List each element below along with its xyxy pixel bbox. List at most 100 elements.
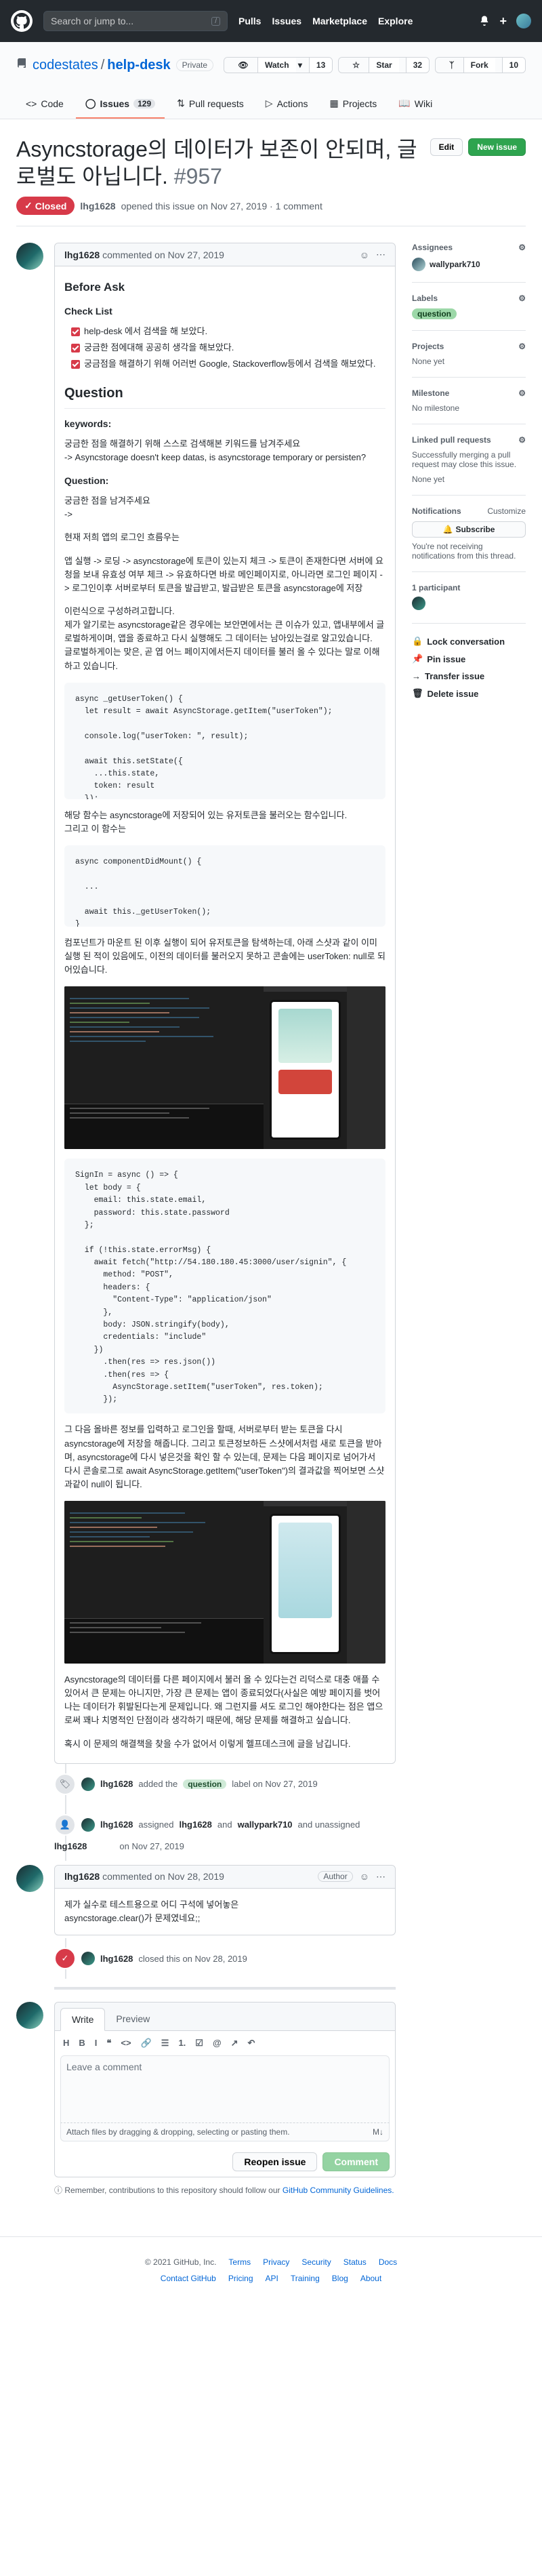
watch-count[interactable]: 13 — [308, 58, 333, 73]
code-icon[interactable]: <> — [121, 2038, 131, 2049]
quote-icon[interactable]: ❝ — [106, 2038, 111, 2049]
comment-textarea[interactable]: Leave a comment — [60, 2055, 390, 2124]
footer-link-blog[interactable]: Blog — [332, 2274, 348, 2283]
kebab-menu-icon[interactable]: ⋯ — [376, 1871, 385, 1883]
star-button[interactable]: ☆ Star 32 — [338, 57, 430, 73]
event-avatar[interactable] — [81, 1817, 95, 1832]
link-icon[interactable]: 🔗 — [141, 2038, 152, 2049]
nav-explore[interactable]: Explore — [378, 16, 413, 26]
participant-avatar[interactable] — [412, 597, 425, 610]
italic-icon[interactable]: I — [95, 2038, 98, 2049]
footer-link-api[interactable]: API — [266, 2274, 278, 2283]
footer-link-security[interactable]: Security — [301, 2257, 331, 2267]
comment-button[interactable]: Comment — [322, 2152, 390, 2172]
nav-pulls[interactable]: Pulls — [238, 16, 261, 26]
assignee-link[interactable]: wallypark710 — [238, 1819, 293, 1830]
question-label-badge[interactable]: question — [183, 1779, 227, 1789]
search-input[interactable]: Search or jump to... / — [43, 11, 228, 31]
unordered-list-icon[interactable]: ☰ — [161, 2038, 169, 2049]
gear-icon[interactable]: ⚙ — [518, 435, 526, 445]
footer-link-docs[interactable]: Docs — [379, 2257, 397, 2267]
checklist-item[interactable]: help-desk 에서 검색을 해 보았다. — [71, 325, 385, 338]
plus-dropdown-icon[interactable]: + — [499, 14, 507, 28]
customize-link[interactable]: Customize — [487, 506, 526, 516]
comment-author[interactable]: lhg1628 — [64, 249, 100, 260]
reply-icon[interactable]: ↶ — [248, 2038, 255, 2049]
current-user-avatar[interactable] — [16, 2002, 43, 2030]
pin-issue-link[interactable]: 📌 Pin issue — [412, 653, 526, 664]
edit-title-button[interactable]: Edit — [430, 138, 463, 156]
footer-link-training[interactable]: Training — [291, 2274, 320, 2283]
footer-link-about[interactable]: About — [360, 2274, 381, 2283]
repo-breadcrumb: codestates / help-desk Private — [16, 58, 214, 73]
repo-owner-link[interactable]: codestates — [33, 58, 98, 73]
gear-icon[interactable]: ⚙ — [518, 342, 526, 351]
issue-author-link[interactable]: lhg1628 — [80, 201, 115, 212]
nav-issues[interactable]: Issues — [272, 16, 301, 26]
mention-icon[interactable]: @ — [213, 2038, 222, 2049]
tab-pull-requests[interactable]: ⇅ Pull requests — [167, 91, 253, 119]
tab-actions[interactable]: ▷ Actions — [256, 91, 318, 119]
transfer-issue-link[interactable]: → Transfer issue — [412, 671, 526, 681]
question-label-badge[interactable]: question — [412, 308, 457, 319]
attach-files-bar[interactable]: Attach files by dragging & dropping, sel… — [60, 2123, 390, 2142]
checklist-item[interactable]: 궁금점을 해결하기 위해 어러번 Google, Stackoverflow등에… — [71, 357, 385, 371]
copyright: © 2021 GitHub, Inc. — [144, 2257, 217, 2268]
bold-icon[interactable]: B — [79, 2038, 85, 2049]
heading-icon[interactable]: H — [63, 2038, 69, 2049]
new-issue-button[interactable]: New issue — [468, 138, 526, 156]
checklist-item[interactable]: 궁금한 점에대해 공공히 생각을 해보았다. — [71, 341, 385, 355]
task-list-icon[interactable]: ☑ — [195, 2038, 203, 2049]
comment-date[interactable]: commented on Nov 28, 2019 — [102, 1871, 224, 1882]
assignee-link[interactable]: lhg1628 — [179, 1819, 211, 1830]
reopen-issue-button[interactable]: Reopen issue — [232, 2152, 318, 2172]
tab-projects[interactable]: ▦ Projects — [320, 91, 387, 119]
footer-link-pricing[interactable]: Pricing — [228, 2274, 253, 2283]
markdown-icon: M↓ — [373, 2127, 383, 2137]
tab-issues[interactable]: ◯ Issues 129 — [75, 91, 165, 119]
bell-icon[interactable] — [479, 15, 490, 28]
watch-button[interactable]: 👁 Watch ▾ 13 — [224, 57, 333, 73]
gear-icon[interactable]: ⚙ — [518, 243, 526, 252]
smiley-reaction-icon[interactable]: ☺ — [360, 1871, 369, 1882]
star-count[interactable]: 32 — [405, 58, 430, 73]
smiley-reaction-icon[interactable]: ☺ — [360, 249, 369, 260]
event-actor[interactable]: lhg1628 — [100, 1779, 133, 1789]
footer-link-terms[interactable]: Terms — [228, 2257, 251, 2267]
fork-button[interactable]: ᛉ Fork 10 — [435, 57, 526, 73]
comment-date[interactable]: commented on Nov 27, 2019 — [102, 249, 224, 260]
comment-author[interactable]: lhg1628 — [64, 1871, 100, 1882]
global-nav: Pulls Issues Marketplace Explore — [238, 16, 413, 26]
event-actor[interactable]: lhg1628 — [100, 1819, 133, 1830]
tab-preview[interactable]: Preview — [105, 2008, 161, 2030]
gear-icon[interactable]: ⚙ — [518, 294, 526, 303]
gear-icon[interactable]: ⚙ — [518, 388, 526, 398]
user-avatar[interactable] — [516, 14, 531, 28]
delete-issue-link[interactable]: 🗑 Delete issue — [412, 688, 526, 699]
footer-link-contact[interactable]: Contact GitHub — [161, 2274, 216, 2283]
screenshot-image[interactable] — [64, 986, 385, 1150]
github-logo-icon[interactable] — [11, 10, 33, 32]
assignee-user[interactable]: wallypark710 — [412, 258, 526, 271]
cross-reference-icon[interactable]: ↗ — [231, 2038, 238, 2049]
event-avatar[interactable] — [81, 1952, 95, 1966]
event-actor[interactable]: lhg1628 — [100, 1954, 133, 1964]
event-avatar[interactable] — [81, 1777, 95, 1791]
comment-avatar[interactable] — [16, 1864, 43, 1892]
tab-write[interactable]: Write — [60, 2008, 106, 2032]
footer-link-status[interactable]: Status — [343, 2257, 367, 2267]
fork-count[interactable]: 10 — [501, 58, 525, 73]
ordered-list-icon[interactable]: 1. — [178, 2038, 186, 2049]
kebab-menu-icon[interactable]: ⋯ — [376, 249, 385, 260]
repo-name-link[interactable]: help-desk — [107, 58, 170, 73]
subscribe-button[interactable]: 🔔 Subscribe — [412, 521, 526, 538]
tab-code[interactable]: <> Code — [16, 91, 73, 119]
screenshot-image[interactable] — [64, 1501, 385, 1664]
comment-avatar[interactable] — [16, 243, 43, 270]
tab-wiki[interactable]: 📖 Wiki — [389, 91, 442, 119]
unassignee-link[interactable]: lhg1628 — [54, 1841, 87, 1851]
guidelines-link[interactable]: GitHub Community Guidelines. — [283, 2186, 394, 2195]
lock-conversation-link[interactable]: 🔒 Lock conversation — [412, 636, 526, 647]
footer-link-privacy[interactable]: Privacy — [263, 2257, 289, 2267]
nav-marketplace[interactable]: Marketplace — [312, 16, 367, 26]
